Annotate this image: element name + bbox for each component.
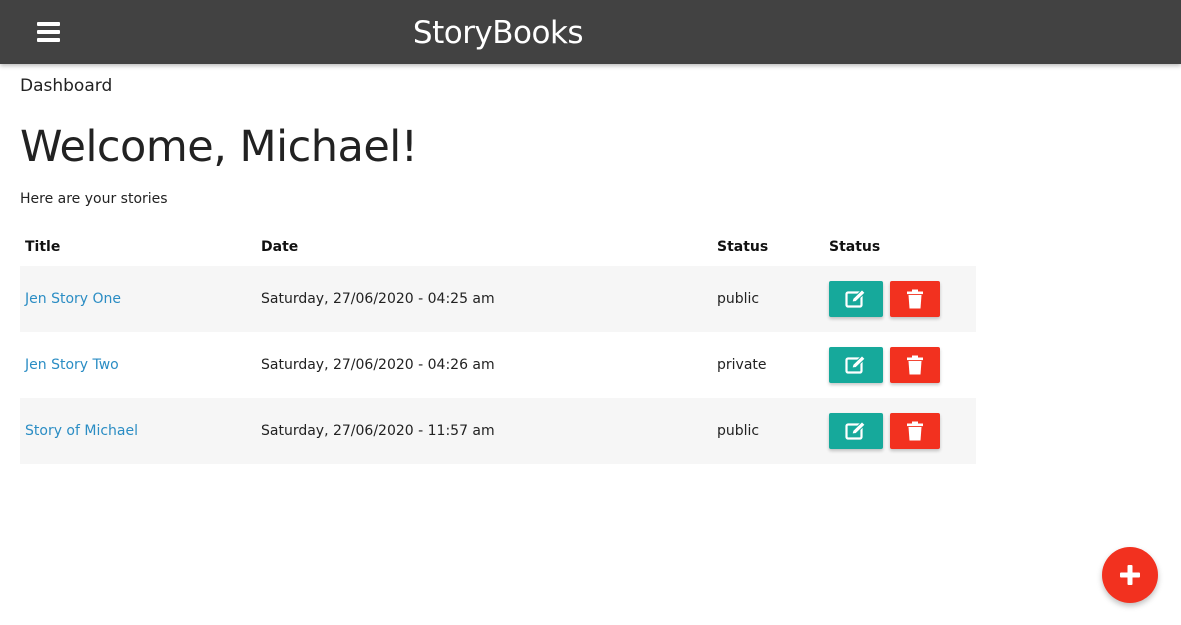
edit-icon (845, 289, 866, 308)
trash-icon (907, 289, 923, 309)
edit-button[interactable] (829, 347, 883, 383)
page-subtitle: Here are your stories (20, 191, 168, 207)
column-header-title: Title (25, 239, 61, 255)
plus-icon (1120, 565, 1140, 585)
add-story-button[interactable] (1102, 547, 1158, 603)
story-actions (824, 266, 976, 332)
table-row: Jen Story Two Saturday, 27/06/2020 - 04:… (20, 332, 976, 398)
story-date: Saturday, 27/06/2020 - 04:25 am (261, 291, 495, 307)
page-title: Welcome, Michael! (20, 122, 418, 172)
edit-icon (845, 421, 866, 440)
story-title-link[interactable]: Jen Story One (25, 291, 121, 307)
delete-button[interactable] (890, 347, 940, 383)
story-title-link[interactable]: Story of Michael (25, 423, 138, 439)
column-header-actions: Status (829, 239, 881, 255)
trash-icon (907, 421, 923, 441)
story-status: private (717, 357, 767, 373)
story-status: public (717, 291, 760, 307)
story-actions (824, 398, 976, 464)
story-status: public (717, 423, 760, 439)
trash-icon (907, 355, 923, 375)
edit-button[interactable] (829, 281, 883, 317)
story-title-cell: Jen Story One (20, 266, 256, 332)
column-header-status: Status (717, 239, 769, 255)
delete-button[interactable] (890, 413, 940, 449)
story-actions (824, 332, 976, 398)
edit-button[interactable] (829, 413, 883, 449)
table-row: Jen Story One Saturday, 27/06/2020 - 04:… (20, 266, 976, 332)
breadcrumb: Dashboard (20, 76, 113, 96)
story-title-link[interactable]: Jen Story Two (25, 357, 119, 373)
table-row: Story of Michael Saturday, 27/06/2020 - … (20, 398, 976, 464)
delete-button[interactable] (890, 281, 940, 317)
story-title-cell: Story of Michael (20, 398, 256, 464)
story-title-cell: Jen Story Two (20, 332, 256, 398)
top-navbar: StoryBooks (0, 0, 1181, 64)
edit-icon (845, 355, 866, 374)
stories-table: Title Date Status Status Jen Story One S… (20, 228, 976, 464)
story-date: Saturday, 27/06/2020 - 04:26 am (261, 357, 495, 373)
table-header-row: Title Date Status Status (20, 228, 976, 266)
brand-logo[interactable]: StoryBooks (0, 0, 996, 64)
story-date: Saturday, 27/06/2020 - 11:57 am (261, 423, 495, 439)
column-header-date: Date (261, 239, 299, 255)
